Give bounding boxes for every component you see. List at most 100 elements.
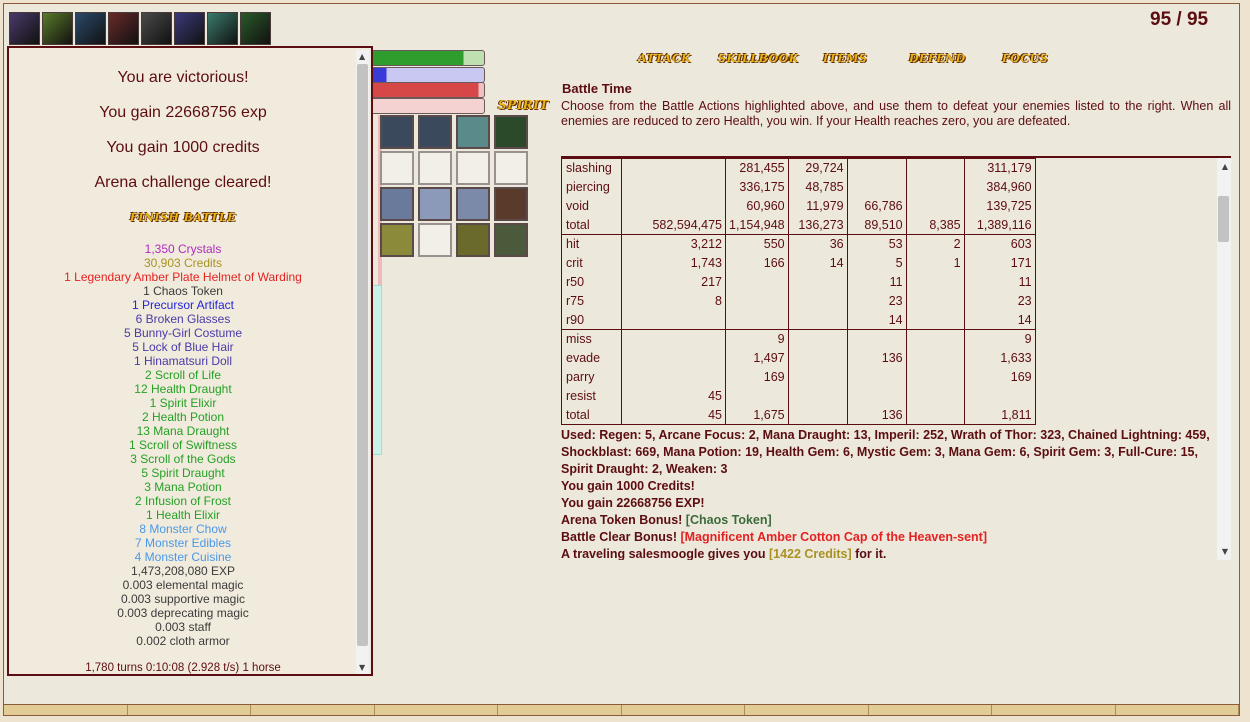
stat-value: 136 (846, 405, 907, 425)
scroll-up-arrow-icon[interactable]: ▲ (1222, 162, 1228, 171)
stat-value: 139,725 (963, 196, 1036, 216)
tab-attack[interactable]: ATTACK (638, 52, 718, 65)
stat-label: hit (561, 234, 622, 254)
drop-item: 2 Health Potion (141, 410, 225, 424)
drop-item: 8 Monster Chow (139, 522, 227, 536)
drop-item: 1 Chaos Token (143, 284, 223, 298)
stat-value (963, 386, 1036, 406)
drop-item: 1 Health Elixir (145, 508, 221, 522)
drop-item: 6 Broken Glasses (135, 312, 231, 326)
stat-value (621, 329, 726, 349)
stat-value: 53 (846, 234, 907, 254)
quickbar-slot-3[interactable] (456, 115, 490, 149)
stat-value: 8,385 (905, 215, 965, 235)
drop-item: 2 Scroll of Life (144, 368, 222, 382)
quickbar-slot-11[interactable] (456, 187, 490, 221)
stat-label: r90 (561, 310, 622, 330)
drop-item: 1 Hinamatsuri Doll (133, 354, 233, 368)
stat-label: void (561, 196, 622, 216)
drop-item: 5 Spirit Draught (141, 466, 225, 480)
victory-message: You are victorious! (117, 69, 249, 86)
tab-items[interactable]: ITEMS (823, 52, 909, 65)
damage-stats-group: slashing 281,455 29,724 311,179 piercing 336,… (561, 158, 1036, 235)
quickbar-slot-5[interactable] (380, 151, 414, 185)
stat-value: 60,960 (725, 196, 789, 216)
spirit-button[interactable]: SPIRIT (498, 98, 549, 112)
stat-label: total (561, 405, 622, 425)
quickbar-slot-14[interactable] (418, 223, 452, 257)
stat-value: 1,389,116 (963, 215, 1036, 235)
table-row: miss 9 9 (561, 329, 1036, 349)
log-exp: You gain 22668756 EXP! (561, 496, 705, 510)
quickbar-slot-13[interactable] (380, 223, 414, 257)
stat-value (621, 177, 726, 197)
stat-value: 311,179 (963, 158, 1036, 178)
stat-label: evade (561, 348, 622, 368)
battle-summary-footer: 1,780 turns 0:10:08 (2.928 t/s) 1 horse (85, 662, 281, 674)
drop-item: 1 Scroll of Swiftness (128, 438, 238, 452)
stat-value (905, 291, 965, 311)
stat-value (725, 310, 789, 330)
stat-label: piercing (561, 177, 622, 197)
stat-value (621, 158, 726, 178)
quickbar-slot-4[interactable] (494, 115, 528, 149)
popup-scroll-down-icon[interactable]: ▼ (359, 663, 365, 672)
popup-scroll-thumb[interactable] (357, 64, 368, 646)
drops-list: 1,350 Crystals 30,903 Credits 1 Legendary … (9, 242, 357, 648)
stat-value (725, 272, 789, 292)
battle-title: Battle Time (562, 81, 632, 96)
stat-value (846, 329, 907, 349)
stat-value: 48,785 (787, 177, 848, 197)
tab-focus[interactable]: FOCUS (1002, 52, 1062, 65)
stat-value (725, 291, 789, 311)
effect-icons-bar (9, 12, 271, 45)
table-row: piercing 336,175 48,785 384,960 (561, 177, 1036, 197)
drop-item: 0.003 supportive magic (120, 592, 246, 606)
stat-value (621, 348, 726, 368)
popup-scroll-up-icon[interactable]: ▲ (359, 52, 365, 61)
quickbar-slot-8[interactable] (494, 151, 528, 185)
quickbar-slot-2[interactable] (418, 115, 452, 149)
stat-value: 1,633 (963, 348, 1036, 368)
stat-value (846, 158, 907, 178)
stat-value: 11,979 (787, 196, 848, 216)
exp-gain-message: You gain 22668756 exp (99, 104, 267, 121)
stat-value: 14 (787, 253, 848, 273)
stat-value: 23 (963, 291, 1036, 311)
drop-item: 1 Legendary Amber Plate Helmet of Wardin… (64, 270, 302, 284)
quickbar-slot-1[interactable] (380, 115, 414, 149)
battle-description: Choose from the Battle Actions highlight… (561, 99, 1231, 128)
stat-value (905, 196, 965, 216)
drop-item: 13 Mana Draught (136, 424, 230, 438)
quickbar-slot-16[interactable] (494, 223, 528, 257)
drop-item: 12 Health Draught (134, 382, 232, 396)
stat-value: 45 (621, 405, 726, 425)
log-scroll-thumb[interactable] (1218, 196, 1229, 242)
stat-value (905, 348, 965, 368)
tab-skillbook[interactable]: SKILLBOOK (718, 52, 823, 65)
drop-item: 2 Infusion of Frost (134, 494, 232, 508)
stat-value (621, 310, 726, 330)
quickbar-slot-15[interactable] (456, 223, 490, 257)
scroll-down-arrow-icon[interactable]: ▼ (1222, 547, 1228, 556)
log-arena-bonus: Arena Token Bonus! [Chaos Token] (561, 513, 772, 527)
stat-label: r75 (561, 291, 622, 311)
finish-battle-button[interactable]: FINISH BATTLE (130, 211, 236, 224)
log-scrollbar[interactable]: ▲ ▼ (1217, 158, 1231, 560)
quickbar-slot-10[interactable] (418, 187, 452, 221)
quickbar-slot-6[interactable] (418, 151, 452, 185)
battle-log[interactable]: slashing 281,455 29,724 311,179 piercing 336,… (561, 156, 1231, 560)
effect-icon-8 (240, 12, 271, 45)
quickbar-slot-9[interactable] (380, 187, 414, 221)
turn-counter: 95 / 95 (1150, 9, 1209, 30)
stat-label: resist (561, 386, 622, 406)
stat-value: 66,786 (846, 196, 907, 216)
stat-value: 11 (963, 272, 1036, 292)
popup-scrollbar[interactable]: ▲ ▼ (356, 50, 369, 674)
quickbar-slot-7[interactable] (456, 151, 490, 185)
tab-defend[interactable]: DEFEND (909, 52, 1002, 65)
stat-value: 582,594,475 (621, 215, 726, 235)
table-row: void 60,960 11,979 66,786 139,725 (561, 196, 1036, 216)
stat-value: 1,811 (963, 405, 1036, 425)
quickbar-slot-12[interactable] (494, 187, 528, 221)
